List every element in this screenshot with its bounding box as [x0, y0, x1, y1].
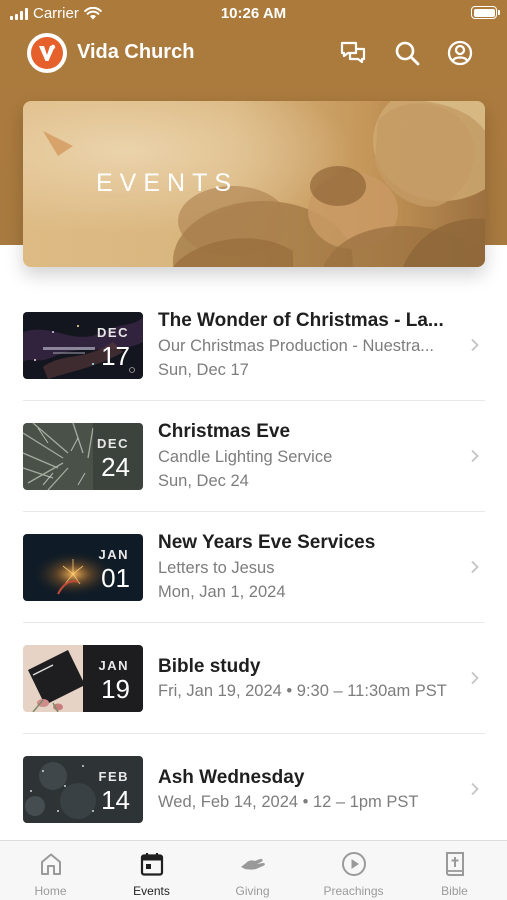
account-icon	[447, 40, 473, 66]
events-banner: EVENTS	[23, 101, 485, 267]
bible-icon	[445, 852, 464, 876]
event-day: 24	[101, 452, 130, 482]
event-date: Wed, Feb 14, 2024 • 12 – 1pm PST	[158, 793, 419, 811]
play-circle-icon	[341, 852, 366, 876]
app-header: Vida Church	[0, 30, 507, 76]
event-day: 17	[101, 341, 130, 371]
event-item[interactable]: JAN 19 Bible study Fri, Jan 19, 2024 • 9…	[23, 623, 485, 734]
event-item[interactable]: DEC 17 The Wonder of Christmas - La... O…	[23, 290, 485, 401]
tab-bar: Home Events Giving Preachings Bible	[0, 840, 507, 900]
tab-home[interactable]: Home	[0, 841, 101, 900]
event-subtitle: Letters to Jesus	[158, 559, 275, 577]
event-item[interactable]: JAN 01 New Years Eve Services Letters to…	[23, 512, 485, 623]
event-title: New Years Eve Services	[158, 532, 376, 553]
tab-giving[interactable]: Giving	[202, 841, 303, 900]
event-text: New Years Eve Services Letters to Jesus …	[158, 531, 463, 604]
chat-button[interactable]	[338, 38, 368, 68]
event-date: Mon, Jan 1, 2024	[158, 583, 286, 601]
church-logo[interactable]	[27, 33, 67, 73]
home-icon	[40, 853, 61, 875]
event-text: The Wonder of Christmas - La... Our Chri…	[158, 309, 463, 382]
search-button[interactable]	[392, 38, 422, 68]
tab-label: Giving	[235, 884, 270, 898]
tab-label: Events	[133, 884, 170, 898]
event-list: DEC 17 The Wonder of Christmas - La... O…	[23, 290, 485, 845]
event-item[interactable]: DEC 24 Christmas Eve Candle Lighting Ser…	[23, 401, 485, 512]
app-title: Vida Church	[77, 41, 195, 63]
tab-label: Preachings	[323, 884, 384, 898]
chevron-right-icon	[471, 782, 479, 796]
battery-icon	[471, 6, 500, 19]
status-bar: Carrier 10:26 AM	[0, 0, 507, 28]
event-date: Sun, Dec 24	[158, 472, 249, 490]
calendar-icon	[140, 853, 163, 876]
tab-bible[interactable]: Bible	[404, 841, 505, 900]
event-date: Fri, Jan 19, 2024 • 9:30 – 11:30am PST	[158, 682, 447, 700]
event-day: 01	[101, 563, 130, 593]
tab-label: Home	[34, 884, 67, 898]
event-thumbnail: DEC 24	[23, 423, 143, 490]
event-thumbnail: JAN 01	[23, 534, 143, 601]
chevron-right-icon	[471, 449, 479, 463]
profile-button[interactable]	[445, 38, 475, 68]
event-title: Ash Wednesday	[158, 767, 305, 788]
event-month: DEC	[97, 325, 129, 340]
event-month: JAN	[98, 658, 129, 673]
event-thumbnail: FEB 14	[23, 756, 143, 823]
tab-preachings[interactable]: Preachings	[303, 841, 404, 900]
chevron-right-icon	[471, 560, 479, 574]
event-title: Bible study	[158, 656, 261, 677]
event-subtitle: Our Christmas Production - Nuestra...	[158, 337, 435, 355]
tab-label: Bible	[441, 884, 468, 898]
event-thumbnail: DEC 17	[23, 312, 143, 379]
event-title: Christmas Eve	[158, 421, 291, 442]
event-month: JAN	[98, 547, 129, 562]
giving-icon	[240, 858, 265, 870]
event-text: Bible study Fri, Jan 19, 2024 • 9:30 – 1…	[158, 655, 463, 703]
event-day: 14	[101, 785, 130, 815]
chevron-right-icon	[471, 671, 479, 685]
event-item[interactable]: FEB 14 Ash Wednesday Wed, Feb 14, 2024 •…	[23, 734, 485, 845]
search-icon	[395, 41, 420, 66]
tab-events[interactable]: Events	[101, 841, 202, 900]
status-time: 10:26 AM	[220, 5, 287, 22]
banner-title: EVENTS	[95, 169, 239, 197]
event-month: DEC	[97, 436, 129, 451]
event-text: Ash Wednesday Wed, Feb 14, 2024 • 12 – 1…	[158, 766, 463, 814]
event-subtitle: Candle Lighting Service	[158, 448, 333, 466]
chat-icon	[340, 41, 366, 64]
event-day: 19	[101, 674, 130, 704]
logo-v-icon	[39, 44, 56, 61]
event-text: Christmas Eve Candle Lighting Service Su…	[158, 420, 463, 493]
event-date: Sun, Dec 17	[158, 361, 249, 379]
event-thumbnail: JAN 19	[23, 645, 143, 712]
chevron-right-icon	[471, 338, 479, 352]
event-month: FEB	[98, 769, 129, 784]
event-title: The Wonder of Christmas - La...	[158, 310, 444, 331]
